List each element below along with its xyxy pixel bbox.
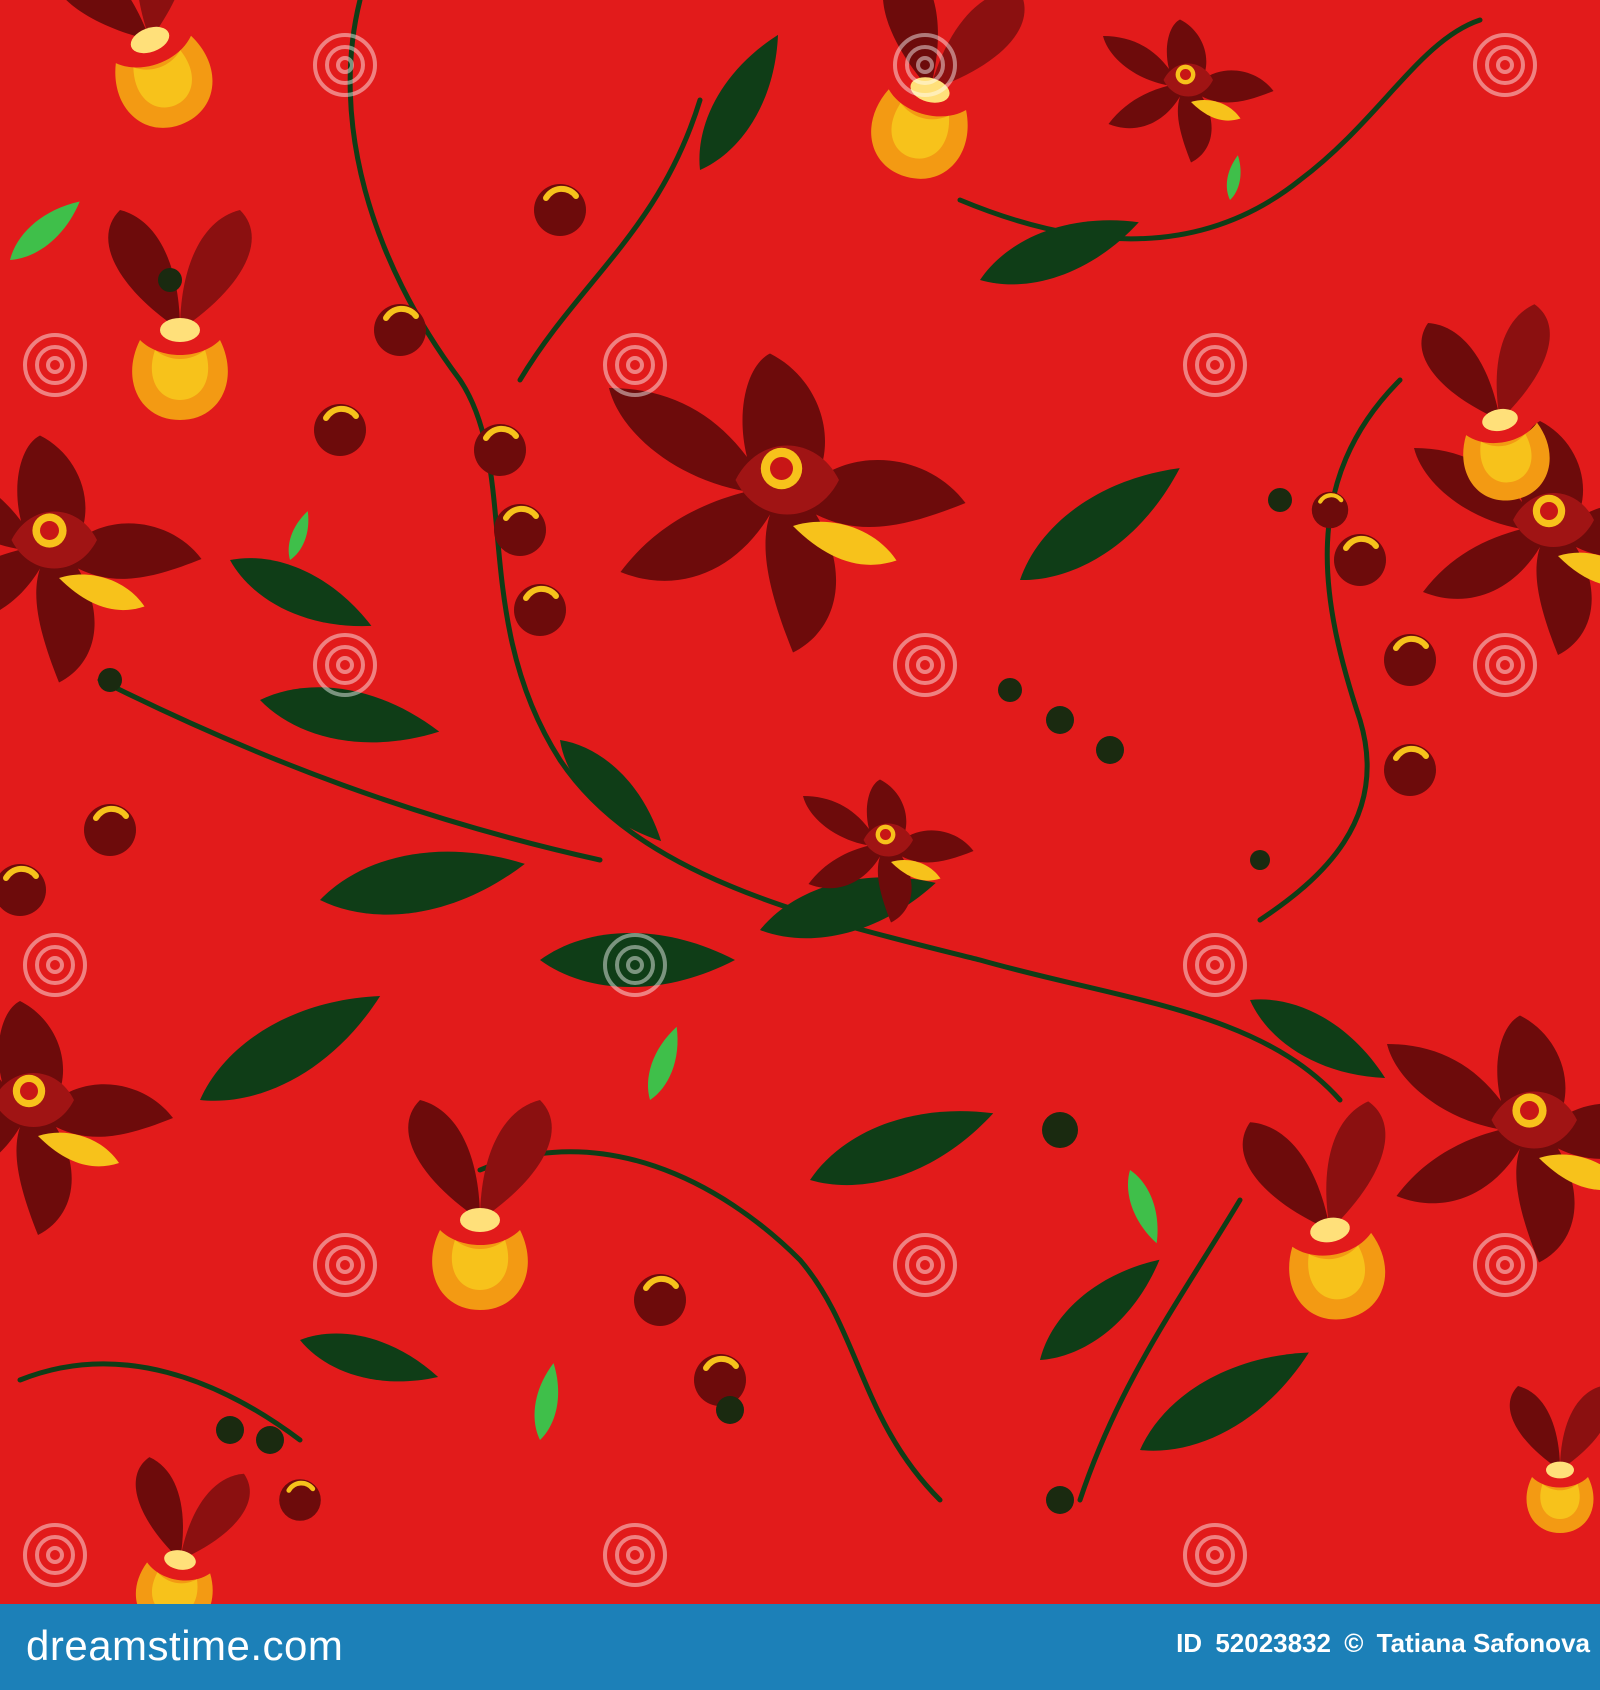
image-credit: ID 52023832 © Tatiana Safonova bbox=[1170, 1628, 1600, 1659]
watermark-spirals bbox=[23, 33, 1537, 1587]
dreamstime-logo[interactable]: dreamstime.com bbox=[26, 1622, 343, 1670]
leaf-cluster bbox=[185, 24, 1396, 1474]
image-id: 52023832 bbox=[1215, 1628, 1331, 1658]
floral-pattern-svg bbox=[0, 0, 1600, 1604]
floral-pattern-artwork bbox=[0, 0, 1600, 1604]
copyright-symbol: © bbox=[1344, 1628, 1364, 1658]
stock-footer-bar: dreamstime.com ID 52023832 © Tatiana Saf… bbox=[0, 1604, 1600, 1690]
id-label: ID bbox=[1176, 1628, 1203, 1658]
author-name[interactable]: Tatiana Safonova bbox=[1377, 1628, 1590, 1658]
